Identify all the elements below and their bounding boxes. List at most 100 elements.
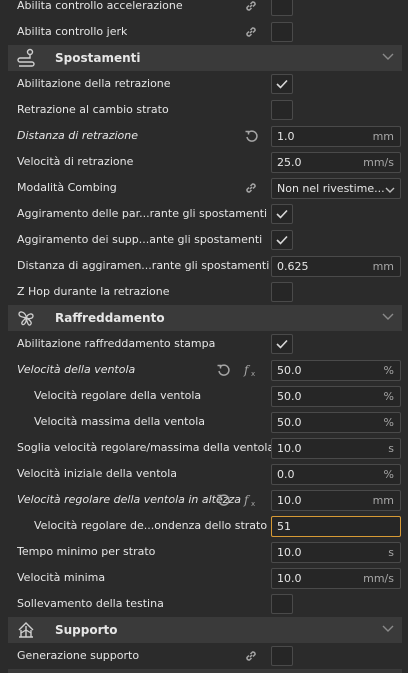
field-unit: % [383, 390, 394, 403]
setting-value-field[interactable]: 50.0% [271, 360, 401, 381]
checkmark-icon [276, 339, 288, 349]
section-header-supporto[interactable]: Supporto [8, 617, 402, 643]
setting-value-field[interactable]: 50.0% [271, 412, 401, 433]
setting-row-modalita-combing: Modalità Combing Non nel rivestime... [0, 175, 408, 201]
fx-icon[interactable]: fx [242, 491, 260, 509]
setting-row-velocita-regolare-de-ondenza-dello-strato: Velocità regolare de...ondenza dello str… [0, 513, 408, 539]
svg-text:x: x [251, 500, 255, 507]
field-value: 10.0 [277, 494, 302, 507]
setting-label: Velocità iniziale della ventola [17, 467, 178, 480]
setting-value-field[interactable]: 50.0% [271, 386, 401, 407]
section-header-raffreddamento[interactable]: Raffreddamento [8, 305, 402, 331]
setting-row-velocita-della-ventola: Velocità della ventola f x 50.0% [0, 357, 408, 383]
setting-label: Velocità minima [17, 571, 106, 584]
setting-value-field[interactable]: 1.0 mm [271, 126, 401, 147]
link-icon[interactable] [242, 0, 260, 15]
setting-label: Z Hop durante la retrazione [17, 285, 170, 298]
setting-row-abilitazione-della-retrazione: Abilitazione della retrazione [0, 71, 408, 97]
field-unit: s [388, 546, 394, 559]
chevron-down-icon[interactable] [382, 624, 394, 637]
setting-value-field[interactable]: 10.0 mm/s [271, 568, 401, 589]
field-unit: mm [372, 494, 394, 507]
setting-label: Velocità regolare della ventola in altez… [17, 493, 242, 506]
setting-row-aggiramento-dei-supp-ante-gli-spostamenti: Aggiramento dei supp...ante gli spostame… [0, 227, 408, 253]
setting-value-field[interactable]: 10.0 mm [271, 490, 401, 511]
setting-label: Aggiramento dei supp...ante gli spostame… [17, 233, 263, 246]
setting-value-field[interactable]: 10.0 s [271, 438, 401, 459]
chevron-down-icon[interactable] [382, 52, 394, 65]
setting-row-distanza-di-aggiramen-rante-gli-spostamenti: Distanza di aggiramen...rante gli sposta… [0, 253, 408, 279]
setting-checkbox[interactable] [271, 74, 293, 94]
fx-icon[interactable]: fx [242, 361, 260, 379]
setting-checkbox[interactable] [271, 646, 293, 666]
setting-dropdown[interactable]: Non nel rivestime... [271, 178, 401, 199]
section-title: Supporto [55, 623, 118, 637]
chevron-down-icon[interactable] [382, 312, 394, 325]
setting-value-field[interactable]: 10.0 s [271, 542, 401, 563]
reset-icon[interactable] [214, 491, 232, 509]
link-icon[interactable] [242, 179, 260, 197]
field-unit: mm [372, 260, 394, 273]
setting-row-velocita-minima: Velocità minima 10.0 mm/s [0, 565, 408, 591]
field-value: 25.0 [277, 156, 302, 169]
setting-label: Soglia velocità regolare/massima della v… [17, 441, 275, 454]
setting-checkbox[interactable] [271, 594, 293, 614]
setting-checkbox[interactable] [271, 204, 293, 224]
section-header-spostamenti[interactable]: Spostamenti [8, 45, 402, 71]
setting-label: Abilitazione della retrazione [17, 77, 171, 90]
svg-text:f: f [243, 363, 251, 377]
setting-value-field[interactable]: 51 [271, 516, 401, 537]
setting-label: Abilitazione raffreddamento stampa [17, 337, 216, 350]
setting-checkbox[interactable] [271, 22, 293, 42]
setting-value-field[interactable]: 0.625 mm [271, 256, 401, 277]
field-unit: % [383, 364, 394, 377]
setting-label: Velocità della ventola [17, 363, 136, 376]
field-value: 1.0 [277, 130, 295, 143]
setting-checkbox[interactable] [271, 334, 293, 354]
setting-row-abilitazione-raffreddamento-stampa: Abilitazione raffreddamento stampa [0, 331, 408, 357]
setting-value-field[interactable]: 25.0 mm/s [271, 152, 401, 173]
link-icon[interactable] [242, 23, 260, 41]
setting-checkbox[interactable] [271, 230, 293, 250]
setting-row-sollevamento-della-testina: Sollevamento della testina [0, 591, 408, 617]
setting-label: Velocità regolare de...ondenza dello str… [34, 519, 268, 532]
link-icon[interactable] [242, 647, 260, 665]
dropdown-value: Non nel rivestime... [277, 182, 385, 195]
setting-row-tempo-minimo-per-strato: Tempo minimo per strato 10.0 s [0, 539, 408, 565]
setting-row-z-hop-durante-la-retrazione: Z Hop durante la retrazione [0, 279, 408, 305]
setting-row-velocita-regolare-della-ventola-in-altezza: Velocità regolare della ventola in altez… [0, 487, 408, 513]
setting-checkbox[interactable] [271, 0, 293, 16]
field-unit: % [383, 468, 394, 481]
svg-text:x: x [251, 370, 255, 377]
setting-row-generazione-supporto: Generazione supporto [0, 643, 408, 669]
field-value: 50.0 [277, 416, 302, 429]
field-unit: mm/s [363, 572, 394, 585]
reset-icon[interactable] [214, 361, 232, 379]
field-value: 51 [277, 520, 291, 533]
fan-icon [16, 308, 36, 328]
setting-row-soglia-velocita-regolare-massima-della-ventola: Soglia velocità regolare/massima della v… [0, 435, 408, 461]
setting-label: Modalità Combing [17, 181, 117, 194]
print-settings-panel: Abilita controllo accelerazione Abilita c… [0, 0, 408, 673]
field-value: 10.0 [277, 572, 302, 585]
setting-label: Distanza di retrazione [17, 129, 138, 142]
support-icon [16, 620, 36, 640]
field-value: 50.0 [277, 364, 302, 377]
reset-icon[interactable] [242, 127, 260, 145]
setting-label: Abilita controllo jerk [17, 25, 128, 38]
setting-label: Abilita controllo accelerazione [17, 0, 183, 12]
setting-row-abilita-controllo-jerk: Abilita controllo jerk [0, 19, 408, 45]
setting-checkbox[interactable] [271, 282, 293, 302]
field-value: 10.0 [277, 546, 302, 559]
checkmark-icon [276, 79, 288, 89]
checkmark-icon [276, 209, 288, 219]
setting-checkbox[interactable] [271, 100, 293, 120]
setting-label: Sollevamento della testina [17, 597, 164, 610]
setting-label: Distanza di aggiramen...rante gli sposta… [17, 259, 270, 272]
section-title: Raffreddamento [55, 311, 165, 325]
setting-value-field[interactable]: 0.0% [271, 464, 401, 485]
field-value: 0.625 [277, 260, 309, 273]
setting-label: Aggiramento delle par...rante gli sposta… [17, 207, 268, 220]
travel-icon [16, 48, 36, 68]
checkmark-icon [276, 235, 288, 245]
